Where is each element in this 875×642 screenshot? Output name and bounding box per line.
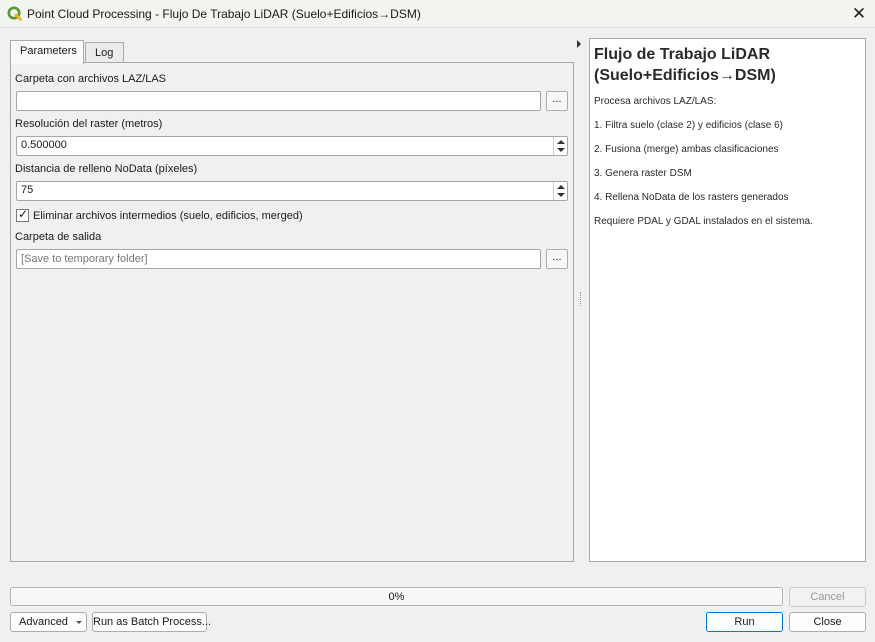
nodata-fill-value: 75 [21,184,34,196]
resolution-label: Resolución del raster (metros) [15,118,163,130]
input-folder-label: Carpeta con archivos LAZ/LAS [15,73,167,85]
output-folder-browse-button[interactable]: ... [546,249,568,269]
check-icon: ✓ [18,207,29,221]
help-line: 3. Genera raster DSM [594,168,692,179]
tab-parameters[interactable]: Parameters [10,40,84,64]
spin-up-icon[interactable] [557,185,565,189]
progress-bar: 0% [10,587,783,606]
help-line: 1. Filtra suelo (clase 2) y edificios (c… [594,120,783,131]
delete-intermediate-label[interactable]: Eliminar archivos intermedios (suelo, ed… [33,210,303,222]
advanced-button[interactable]: Advanced [10,612,87,632]
close-button[interactable]: Close [789,612,866,632]
run-batch-button[interactable]: Run as Batch Process... [92,612,211,632]
cancel-button[interactable]: Cancel [789,587,866,607]
help-line: Requiere PDAL y GDAL instalados en el si… [594,216,813,227]
nodata-fill-label: Distancia de relleno NoData (píxeles) [15,163,198,175]
advanced-button-label: Advanced [19,616,68,628]
output-folder-field[interactable]: [Save to temporary folder] [16,249,541,269]
splitter-handle[interactable] [580,292,582,306]
resolution-stepper [553,137,567,155]
window-titlebar: Point Cloud Processing - Flujo De Trabaj… [0,0,875,28]
help-line: Procesa archivos LAZ/LAS: [594,96,717,107]
close-icon[interactable]: ✕ [849,4,869,24]
spin-down-icon[interactable] [557,193,565,197]
resolution-spinbox[interactable]: 0.500000 [16,136,568,156]
run-button[interactable]: Run [706,612,783,632]
help-line: 2. Fusiona (merge) ambas clasificaciones [594,144,779,155]
window-title: Point Cloud Processing - Flujo De Trabaj… [27,7,421,21]
input-folder-field[interactable] [16,91,541,111]
help-line: 4. Rellena NoData de los rasters generad… [594,192,789,203]
resolution-value: 0.500000 [21,139,67,151]
delete-intermediate-checkbox[interactable]: ✓ [16,207,29,222]
input-folder-browse-button[interactable]: ... [546,91,568,111]
help-title: Flujo de Trabajo LiDAR (Suelo+Edificios→… [594,46,776,84]
progress-text: 0% [388,591,405,603]
spin-up-icon[interactable] [557,140,565,144]
spin-down-icon[interactable] [557,148,565,152]
tab-log[interactable]: Log [85,42,124,63]
nodata-fill-stepper [553,182,567,200]
output-folder-label: Carpeta de salida [15,231,102,243]
collapse-arrow-icon[interactable] [577,40,581,48]
chevron-down-icon [76,621,82,624]
nodata-fill-spinbox[interactable]: 75 [16,181,568,201]
parameters-panel: Carpeta con archivos LAZ/LAS ... Resoluc… [10,62,574,562]
qgis-icon [7,6,22,21]
help-panel: Flujo de Trabajo LiDAR (Suelo+Edificios→… [589,38,866,562]
